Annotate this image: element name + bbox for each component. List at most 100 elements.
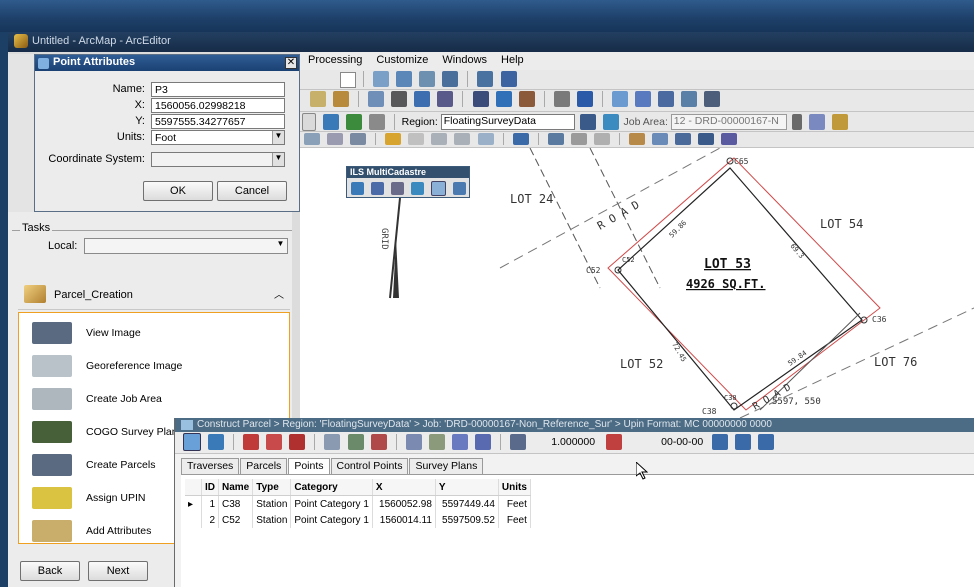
cell-x[interactable]: 1560052.98: [372, 495, 436, 512]
cp-export-icon[interactable]: [451, 434, 468, 450]
select-icon[interactable]: [472, 91, 489, 107]
cp-list-icon[interactable]: [405, 434, 422, 450]
survey-icon[interactable]: [808, 114, 825, 130]
cadastre-icon-1[interactable]: [304, 133, 320, 145]
star-icon[interactable]: [698, 133, 715, 145]
region-dropdown[interactable]: FloatingSurveyData: [440, 114, 575, 130]
cp-delete-icon[interactable]: [243, 434, 260, 450]
column-header-name[interactable]: Name: [218, 479, 254, 496]
local-select[interactable]: [84, 238, 288, 254]
chart-icon[interactable]: [373, 71, 390, 87]
local-dropdown-icon[interactable]: ▼: [274, 239, 287, 253]
cp-apply-icon[interactable]: [712, 434, 729, 450]
dim-icon[interactable]: [593, 133, 610, 145]
cp-select-icon[interactable]: [183, 433, 201, 451]
parcel-delete-icon[interactable]: [704, 91, 721, 107]
undo-icon[interactable]: [322, 114, 339, 130]
sun-icon[interactable]: [385, 133, 402, 145]
wand-icon[interactable]: [831, 114, 848, 130]
menu-windows[interactable]: Windows: [442, 54, 487, 70]
help-icon[interactable]: [500, 71, 517, 87]
angle-value[interactable]: 00-00-00: [627, 436, 703, 448]
pencil-icon[interactable]: [310, 91, 326, 107]
ils-tool-6-icon[interactable]: [453, 182, 467, 195]
cell-category[interactable]: Point Category 1: [290, 512, 373, 528]
tab-survey-plans[interactable]: Survey Plans: [409, 458, 484, 474]
table2-icon[interactable]: [431, 133, 448, 145]
ils-tool-2-icon[interactable]: [371, 182, 385, 195]
task-georeference-image[interactable]: Georeference Image: [18, 349, 288, 382]
cancel-button[interactable]: Cancel: [217, 181, 287, 201]
next-button[interactable]: Next: [88, 561, 148, 581]
measure-icon[interactable]: [495, 91, 512, 107]
cell-id[interactable]: 2: [201, 512, 219, 528]
editor-icon[interactable]: [477, 71, 494, 87]
binoculars-icon[interactable]: [391, 91, 408, 107]
cp-apply3-icon[interactable]: [758, 434, 775, 450]
ils-tool-4-icon[interactable]: [411, 182, 425, 195]
ils-tool-1-icon[interactable]: [351, 182, 364, 195]
column-header-units[interactable]: Units: [498, 479, 531, 496]
grid-icon[interactable]: [553, 91, 570, 107]
globe-icon[interactable]: [602, 114, 619, 130]
units-dropdown-icon[interactable]: ▼: [272, 131, 284, 144]
row-selector-icon[interactable]: ▸: [185, 495, 202, 512]
name-field[interactable]: P3: [151, 82, 285, 97]
ils-multicadastre-toolbar[interactable]: ILS MultiCadastre: [346, 166, 470, 198]
attributes-icon[interactable]: [368, 91, 385, 107]
dialog-close-button[interactable]: ✕: [285, 57, 297, 69]
row-selector-empty[interactable]: [185, 512, 202, 528]
table-icon[interactable]: [396, 71, 413, 87]
cell-x[interactable]: 1560014.11: [372, 512, 436, 528]
cell-type[interactable]: Station: [252, 512, 292, 528]
coordinate-system-select[interactable]: [151, 152, 285, 167]
menu-processing[interactable]: Processing: [308, 54, 362, 70]
column-header-category[interactable]: Category: [290, 479, 373, 496]
tab-control-points[interactable]: Control Points: [330, 458, 409, 474]
menu-help[interactable]: Help: [501, 54, 524, 70]
cp-join-icon[interactable]: [347, 434, 364, 450]
cp-pan-icon[interactable]: [208, 434, 225, 450]
report-icon[interactable]: [652, 133, 669, 145]
funnel-icon[interactable]: [408, 133, 425, 145]
ok-button[interactable]: OK: [143, 181, 213, 201]
zoom-combo-icon[interactable]: [302, 113, 316, 131]
ils-tool-5-icon[interactable]: [431, 181, 447, 196]
play-icon[interactable]: [791, 114, 802, 130]
cp-report-icon[interactable]: [428, 434, 445, 450]
cell-units[interactable]: Feet: [498, 512, 531, 528]
parcel-tool-icon[interactable]: [611, 91, 628, 107]
job-area-dropdown[interactable]: 12 - DRD-00000167-N: [670, 114, 787, 130]
find-icon[interactable]: [437, 91, 454, 107]
refresh-icon[interactable]: [579, 114, 596, 130]
column-header-type[interactable]: Type: [252, 479, 292, 496]
cell-y[interactable]: 5597509.52: [435, 512, 499, 528]
task-view-image[interactable]: View Image: [18, 316, 288, 349]
cell-name[interactable]: C52: [218, 512, 254, 528]
cadastre-icon-2[interactable]: [327, 133, 344, 145]
table-options-icon[interactable]: [368, 114, 385, 130]
table3-icon[interactable]: [454, 133, 471, 145]
y-field[interactable]: 5597555.34277657: [151, 114, 285, 129]
print-icon[interactable]: [675, 133, 692, 145]
cp-build-icon[interactable]: [324, 434, 341, 450]
task-create-job-area[interactable]: Create Job Area: [18, 382, 288, 415]
cp-import-icon[interactable]: [474, 434, 491, 450]
book-icon[interactable]: [570, 133, 587, 145]
column-header-id[interactable]: ID: [201, 479, 219, 496]
cell-category[interactable]: Point Category 1: [290, 495, 373, 512]
parcel-merge-icon[interactable]: [658, 91, 675, 107]
arrow-icon[interactable]: [512, 133, 529, 145]
parcel-map-icon[interactable]: [629, 133, 645, 145]
coordinate-system-dropdown-icon[interactable]: ▼: [272, 153, 284, 166]
column-header-x[interactable]: X: [372, 479, 436, 496]
trace-icon[interactable]: [333, 91, 350, 107]
tag-icon[interactable]: [721, 133, 738, 145]
cp-scale-icon[interactable]: [510, 434, 526, 450]
units-select[interactable]: Foot: [151, 130, 285, 145]
catalog-icon[interactable]: [442, 71, 459, 87]
cell-name[interactable]: C38: [218, 495, 254, 512]
cp-settings-icon[interactable]: [370, 434, 387, 450]
cp-delete-all-icon[interactable]: [266, 434, 283, 450]
cp-clear-icon[interactable]: [289, 434, 306, 450]
